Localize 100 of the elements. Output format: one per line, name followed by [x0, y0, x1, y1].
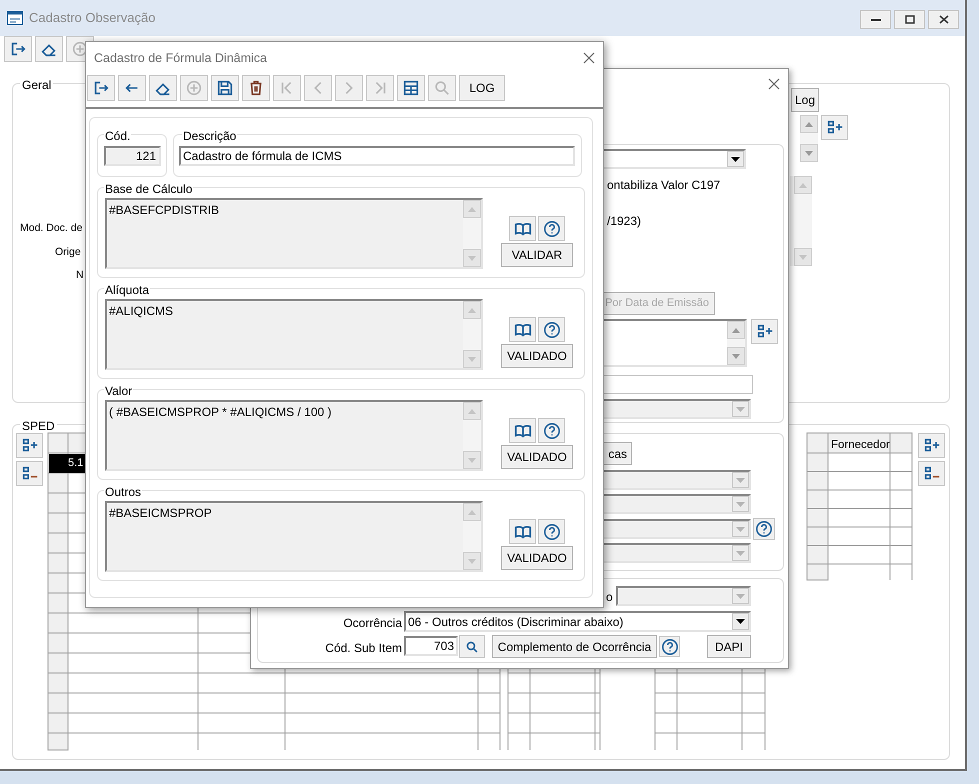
validate-button[interactable]: VALIDAR	[501, 243, 573, 267]
search-button[interactable]	[459, 635, 485, 658]
scrollbar[interactable]	[463, 503, 481, 570]
help-button[interactable]	[538, 519, 565, 544]
scroll-down-icon	[468, 458, 476, 462]
field-label: Cód. Sub Item	[325, 640, 402, 657]
scroll-down-icon	[805, 150, 813, 156]
close-button[interactable]	[928, 10, 959, 29]
toolbar-button[interactable]	[87, 75, 115, 101]
plus-circle-icon	[185, 79, 203, 97]
toolbar-button[interactable]	[211, 75, 239, 101]
log-button[interactable]: Log	[791, 88, 819, 112]
dropdown-arrow-icon	[731, 156, 740, 162]
help-icon	[755, 520, 773, 538]
dropdown-arrow-icon	[736, 406, 745, 412]
book-button[interactable]	[509, 519, 536, 544]
scroll-up-icon	[468, 206, 476, 212]
scrollbar[interactable]	[463, 402, 481, 469]
field-label: Mod. Doc. de	[20, 221, 82, 236]
minimize-button[interactable]	[860, 10, 891, 29]
minimize-icon	[870, 18, 880, 22]
validate-button[interactable]: VALIDADO	[501, 344, 573, 368]
help-icon	[542, 522, 560, 540]
rows-plus-icon	[756, 322, 774, 340]
help-button[interactable]	[538, 418, 565, 443]
input-field[interactable]: 703	[404, 636, 458, 656]
scroll-up-icon	[468, 510, 476, 514]
toolbar-button[interactable]	[118, 75, 146, 101]
remove-row-button[interactable]	[918, 461, 945, 486]
toolbar-button[interactable]	[4, 36, 32, 62]
rows-minus-icon	[20, 464, 38, 482]
book-button[interactable]	[509, 216, 536, 241]
rows-plus-icon	[826, 118, 844, 136]
description-field[interactable]: Cadastro de fórmula de ICMS	[179, 146, 575, 166]
scrollbar[interactable]	[727, 321, 745, 365]
toolbar-button[interactable]	[242, 75, 270, 101]
help-icon	[542, 220, 560, 238]
formula-field[interactable]: #BASEFCPDISTRIB	[105, 198, 483, 269]
validate-button[interactable]: VALIDADO	[501, 546, 573, 570]
remove-row-button[interactable]	[16, 461, 43, 486]
help-button[interactable]	[538, 216, 565, 241]
info-text: /1923)	[607, 213, 642, 230]
scrollbar[interactable]	[463, 301, 481, 368]
field-label: o	[606, 589, 613, 606]
complement-button[interactable]: Complemento de Ocorrência	[492, 635, 657, 658]
restore-icon	[904, 15, 914, 24]
restore-button[interactable]	[894, 10, 925, 29]
rows-plus-icon	[20, 436, 38, 454]
scroll-up-icon	[732, 328, 740, 332]
toolbar-button[interactable]	[149, 75, 177, 101]
dropdown-arrow-icon	[736, 502, 745, 506]
scroll-up-icon	[468, 308, 476, 312]
add-row-button[interactable]	[751, 319, 778, 344]
checkbox-label: ontabiliza Valor C197	[607, 177, 720, 194]
help-button[interactable]	[659, 636, 680, 657]
scrollbar[interactable]	[794, 176, 812, 266]
help-button[interactable]	[753, 518, 775, 540]
search-icon	[433, 79, 451, 97]
add-row-button[interactable]	[16, 433, 43, 458]
formula-field[interactable]: #ALIQICMS	[105, 299, 483, 370]
scrollbar[interactable]	[800, 115, 818, 162]
field-label: N	[76, 268, 84, 283]
dropdown[interactable]	[616, 586, 751, 606]
close-icon	[938, 15, 948, 24]
dialog-title: Cadastro de Fórmula Dinâmica	[94, 50, 267, 67]
field-label: Orige	[55, 245, 81, 260]
close-icon[interactable]	[768, 78, 780, 90]
scroll-up-icon	[799, 182, 807, 188]
help-button[interactable]	[538, 317, 565, 342]
dropdown-arrow-icon	[736, 619, 745, 624]
save-icon	[216, 79, 234, 97]
rows-plus-icon	[922, 436, 940, 454]
scroll-down-icon	[732, 354, 740, 358]
close-icon[interactable]	[583, 52, 595, 64]
formula-field[interactable]: #BASEICMSPROP	[105, 501, 483, 572]
column-header: Fornecedor	[831, 438, 890, 453]
code-field: 121	[104, 146, 161, 166]
toolbar-button[interactable]	[35, 36, 63, 62]
add-row-button[interactable]	[821, 115, 848, 140]
dapi-button[interactable]: DAPI	[707, 635, 751, 658]
search-icon	[465, 640, 479, 654]
scrollbar[interactable]	[463, 200, 481, 267]
dropdown-arrow-icon	[736, 550, 745, 556]
formula-field[interactable]: ( #BASEICMSPROP * #ALIQICMS / 100 )	[105, 400, 483, 471]
toolbar-button[interactable]	[397, 75, 425, 101]
scroll-down-icon	[468, 256, 476, 260]
app-icon	[7, 11, 23, 25]
log-button[interactable]: LOG	[459, 75, 505, 101]
book-button[interactable]	[509, 317, 536, 342]
table-icon	[402, 79, 420, 97]
dropdown[interactable]: 06 - Outros créditos (Discriminar abaixo)	[404, 611, 751, 632]
book-button[interactable]	[509, 418, 536, 443]
help-icon	[542, 320, 560, 338]
field-label: Ocorrência	[343, 615, 402, 632]
dropdown-arrow-icon	[736, 478, 745, 482]
exit-icon	[9, 40, 27, 58]
validate-button[interactable]: VALIDADO	[501, 445, 573, 469]
dropdown-arrow-icon	[736, 594, 745, 598]
add-row-button[interactable]	[918, 433, 945, 458]
scroll-up-icon	[468, 408, 476, 414]
